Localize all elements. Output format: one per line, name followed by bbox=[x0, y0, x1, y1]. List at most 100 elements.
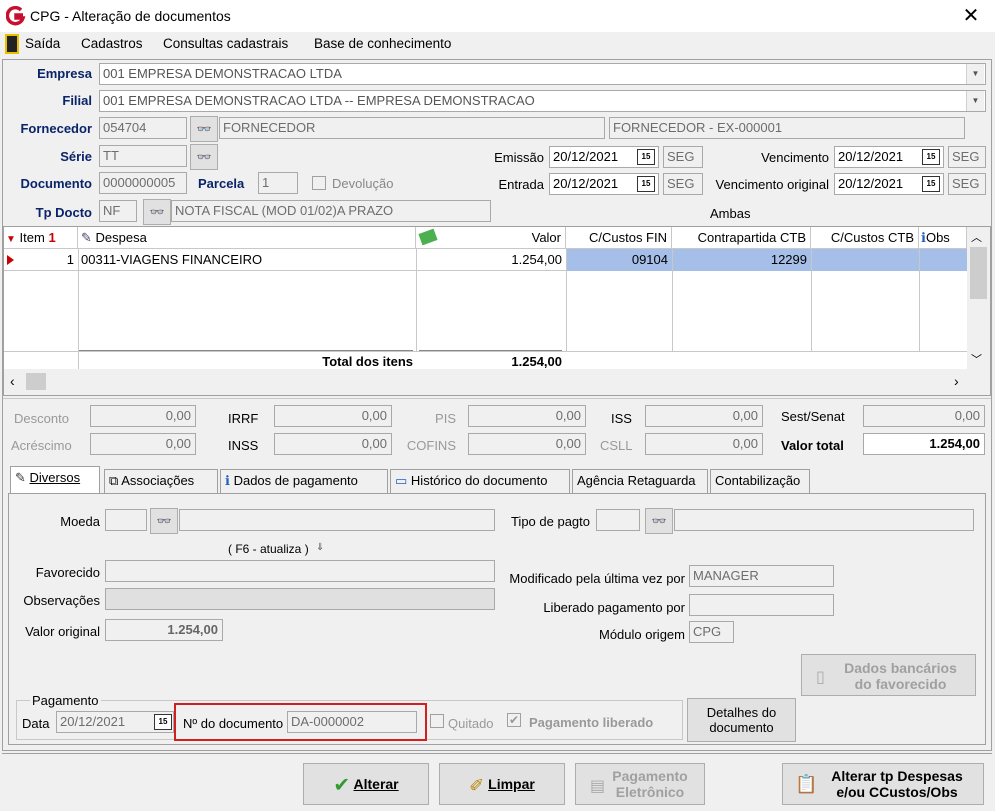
valor-total-field[interactable]: 1.254,00 bbox=[863, 433, 985, 455]
parcela-label: Parcela bbox=[198, 176, 245, 191]
observacoes-field[interactable] bbox=[105, 588, 495, 610]
vertical-scrollbar[interactable]: ︿ ﹀ bbox=[967, 227, 990, 369]
modulo-origem-field: CPG bbox=[689, 621, 734, 643]
tab-agencia-retaguarda[interactable]: Agência Retaguarda bbox=[572, 469, 708, 493]
ndocumento-field[interactable]: DA-0000002 bbox=[287, 711, 417, 733]
quitado-checkbox[interactable] bbox=[430, 714, 444, 728]
chevron-right-icon[interactable]: › bbox=[954, 373, 959, 389]
app-logo-icon bbox=[6, 6, 26, 26]
csll-field[interactable]: 0,00 bbox=[645, 433, 763, 455]
table-row[interactable]: 1 00311-VIAGENS FINANCEIRO 1.254,00 0910… bbox=[4, 249, 967, 271]
modulo-origem-label: Módulo origem bbox=[599, 627, 685, 642]
devolucao-checkbox[interactable] bbox=[312, 176, 326, 190]
scroll-thumb[interactable] bbox=[970, 247, 987, 299]
menu-saida[interactable]: Saída bbox=[25, 36, 60, 51]
row-valor-cell: 1.254,00 bbox=[511, 252, 562, 267]
inss-label: INSS bbox=[228, 438, 259, 453]
close-icon[interactable]: ✕ bbox=[955, 2, 987, 30]
tipo-pagto-code-field[interactable] bbox=[596, 509, 640, 531]
ndocumento-label: Nº do documento bbox=[183, 716, 284, 731]
alterar-tp-despesas-button[interactable]: 📋 Alterar tp Despesas e/ou CCustos/Obs bbox=[782, 763, 984, 805]
tab-historico[interactable]: ▭ Histórico do documento bbox=[390, 469, 570, 493]
pagamento-liberado-label: Pagamento liberado bbox=[529, 715, 654, 730]
row-ccfin-cell: 09104 bbox=[631, 252, 668, 267]
calendar-icon[interactable]: 15 bbox=[637, 149, 655, 165]
sest-senat-field[interactable]: 0,00 bbox=[863, 405, 985, 427]
pis-field[interactable]: 0,00 bbox=[468, 405, 586, 427]
vencimento-original-label: Vencimento original bbox=[715, 177, 829, 192]
moeda-label: Moeda bbox=[60, 514, 100, 529]
grid-header-contrapartida[interactable]: Contrapartida CTB bbox=[672, 227, 811, 249]
parcela-field[interactable]: 1 bbox=[258, 172, 298, 194]
grid-header-obs[interactable]: ℹObs bbox=[919, 227, 967, 249]
devolucao-label: Devolução bbox=[332, 176, 394, 191]
chevron-up-icon[interactable]: ︿ bbox=[971, 229, 982, 245]
menu-consultas-cadastrais[interactable]: Consultas cadastrais bbox=[163, 36, 288, 51]
dados-bancarios-button[interactable]: ▯ Dados bancários do favorecido bbox=[801, 654, 976, 696]
calendar-icon[interactable]: 15 bbox=[922, 149, 940, 165]
fornecedor-code-field[interactable]: 054704 bbox=[99, 117, 187, 139]
entrada-label: Entrada bbox=[498, 177, 544, 192]
items-grid[interactable]: ▼ Item 1 ✎ Despesa Valor C/Custos FIN Co… bbox=[3, 226, 991, 396]
emissao-label: Emissão bbox=[494, 150, 544, 165]
alterar-button[interactable]: ✔ Alterar bbox=[303, 763, 429, 805]
csll-label: CSLL bbox=[600, 438, 633, 453]
vencimento-day-field: SEG bbox=[948, 146, 986, 168]
filial-select[interactable]: 001 EMPRESA DEMONSTRACAO LTDA -- EMPRESA… bbox=[99, 90, 986, 112]
grid-header-ccustos-fin[interactable]: C/Custos FIN bbox=[566, 227, 672, 249]
tab-contabilizacao[interactable]: Contabilização bbox=[710, 469, 810, 493]
chevron-left-icon[interactable]: ‹ bbox=[10, 373, 15, 389]
eraser-icon: ✐ bbox=[469, 775, 485, 796]
detalhes-documento-button[interactable]: Detalhes do documento bbox=[687, 698, 796, 742]
menu-cadastros[interactable]: Cadastros bbox=[81, 36, 143, 51]
row-despesa-cell: 00311-VIAGENS FINANCEIRO bbox=[81, 252, 263, 267]
grid-header-ccustos-ctb[interactable]: C/Custos CTB bbox=[811, 227, 919, 249]
grid-header-item[interactable]: ▼ Item 1 bbox=[4, 227, 78, 249]
limpar-button[interactable]: ✐ Limpar bbox=[439, 763, 565, 805]
printer-icon: ▤ bbox=[590, 778, 606, 795]
cofins-field[interactable]: 0,00 bbox=[468, 433, 586, 455]
totals-row: Total dos itens 1.254,00 bbox=[4, 350, 967, 370]
documento-field[interactable]: 0000000005 bbox=[99, 172, 187, 194]
pis-label: PIS bbox=[435, 411, 456, 426]
binoculars-icon[interactable]: 👓 bbox=[143, 199, 171, 225]
ambas-label: Ambas bbox=[710, 206, 751, 221]
empresa-select[interactable]: 001 EMPRESA DEMONSTRACAO LTDA bbox=[99, 63, 986, 85]
tab-associacoes[interactable]: ⧉ Associações bbox=[104, 469, 218, 493]
binoculars-icon[interactable]: 👓 bbox=[645, 508, 673, 534]
calendar-icon[interactable]: 15 bbox=[637, 176, 655, 192]
sest-senat-label: Sest/Senat bbox=[781, 409, 845, 424]
menu-bar bbox=[0, 32, 995, 57]
serie-field[interactable]: TT bbox=[99, 145, 187, 167]
tipo-pagto-desc-field bbox=[674, 509, 974, 531]
favorecido-field[interactable] bbox=[105, 560, 495, 582]
iss-field[interactable]: 0,00 bbox=[645, 405, 763, 427]
modificado-label: Modificado pela última vez por bbox=[509, 571, 685, 586]
pagamento-liberado-checkbox[interactable]: ✔ bbox=[507, 713, 521, 727]
binoculars-icon[interactable]: 👓 bbox=[150, 508, 178, 534]
row-pointer-icon bbox=[7, 255, 14, 265]
chevron-down-icon[interactable]: ﹀ bbox=[971, 351, 982, 367]
pagamento-eletronico-button[interactable]: ▤ Pagamento Eletrônico bbox=[575, 763, 705, 805]
grid-header-valor[interactable]: Valor bbox=[416, 227, 566, 249]
moeda-code-field[interactable] bbox=[105, 509, 147, 531]
scroll-thumb[interactable] bbox=[26, 373, 46, 390]
tab-dados-pagamento[interactable]: ℹ Dados de pagamento bbox=[220, 469, 388, 493]
menu-base-conhecimento[interactable]: Base de conhecimento bbox=[314, 36, 451, 51]
valor-original-field: 1.254,00 bbox=[105, 619, 223, 641]
chevron-down-icon[interactable]: ▼ bbox=[966, 91, 984, 111]
binoculars-icon[interactable]: 👓 bbox=[190, 144, 218, 170]
tab-diversos[interactable]: ✎ Diversos bbox=[10, 466, 100, 494]
binoculars-icon[interactable]: 👓 bbox=[190, 116, 218, 142]
inss-field[interactable]: 0,00 bbox=[274, 433, 392, 455]
calendar-icon[interactable]: 15 bbox=[922, 176, 940, 192]
desconto-field[interactable]: 0,00 bbox=[90, 405, 196, 427]
chevron-down-icon[interactable]: ▼ bbox=[966, 64, 984, 84]
acrescimo-field[interactable]: 0,00 bbox=[90, 433, 196, 455]
tpdocto-code-field[interactable]: NF bbox=[99, 200, 137, 222]
grid-header-despesa[interactable]: ✎ Despesa bbox=[78, 227, 416, 249]
serie-label: Série bbox=[60, 149, 92, 164]
irrf-field[interactable]: 0,00 bbox=[274, 405, 392, 427]
calendar-icon[interactable]: 15 bbox=[154, 714, 172, 730]
horizontal-scrollbar[interactable]: ‹ › bbox=[4, 369, 990, 395]
